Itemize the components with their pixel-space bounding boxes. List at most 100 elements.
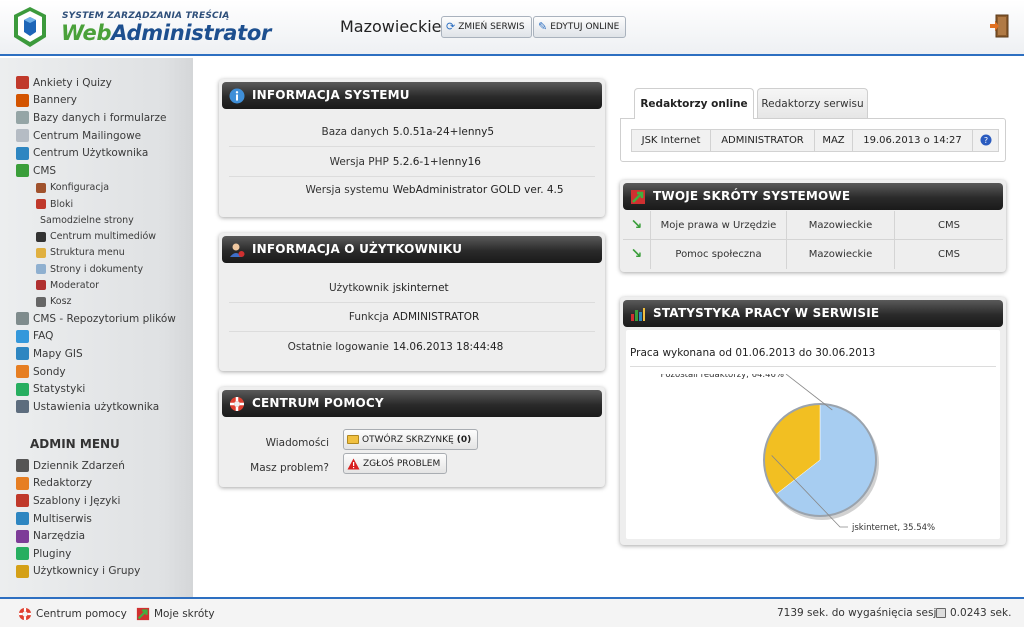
sidebar-item-label: Multiserwis <box>33 512 92 525</box>
editors-tab-body: JSK Internet ADMINISTRATOR MAZ 19.06.201… <box>620 118 1006 162</box>
main-nav: Ankiety i Quizy Bannery Bazy danych i form… <box>16 74 191 416</box>
change-service-button[interactable]: ⟳ ZMIEŃ SERWIS <box>441 16 532 38</box>
open-mailbox-button[interactable]: OTWÓRZ SKRZYNKĘ (0) <box>343 429 479 450</box>
mailbox-count: (0) <box>456 434 472 445</box>
sidebar-subitem-bloki[interactable]: Bloki <box>16 196 191 212</box>
shortcut-icon <box>136 607 150 621</box>
help-center-header: CENTRUM POMOCY <box>222 390 602 417</box>
strony-i-dokumenty-icon <box>36 264 46 275</box>
shortcut-arrow-icon: ↘ <box>623 240 651 269</box>
shortcut-name[interactable]: Moje prawa w Urzędzie <box>651 211 787 239</box>
report-problem-button[interactable]: ZGŁOŚ PROBLEM <box>343 453 448 474</box>
user-icon <box>230 243 245 257</box>
pie-slice-label: jskinternet, 35.54% <box>851 523 935 533</box>
shortcut-module: CMS <box>938 249 960 260</box>
shortcut-arrow-icon: ↘ <box>623 211 651 239</box>
sidebar-item-label: Pluginy <box>33 547 72 560</box>
sidebar-item-centrum-uzytkownika[interactable]: Centrum Użytkownika <box>16 144 191 162</box>
sidebar-item-label: Statystyki <box>33 383 86 396</box>
footer-help-link[interactable]: Centrum pomocy <box>18 607 127 621</box>
editor-last-seen: 19.06.2013 o 14:27 <box>853 129 973 152</box>
sidebar-item-cms[interactable]: CMS <box>16 162 191 180</box>
sidebar-subitem-strony-i-dokumenty[interactable]: Strony i dokumenty <box>16 261 191 277</box>
sidebar-item-uzytkownicy-i-grupy[interactable]: Użytkownicy i Grupy <box>16 563 191 581</box>
system-info-panel: INFORMACJA SYSTEMU Baza danych 5.0.51a-24… <box>219 79 605 217</box>
sidebar-item-statystyki[interactable]: Statystyki <box>16 380 191 398</box>
bannery-icon <box>16 93 29 107</box>
sidebar-item-cms-repozytorium-plikow[interactable]: CMS - Repozytorium plików <box>16 310 191 328</box>
sidebar-item-bannery[interactable]: Bannery <box>16 92 191 110</box>
editor-row: JSK Internet ADMINISTRATOR MAZ 19.06.201… <box>631 129 999 152</box>
shortcut-row[interactable]: ↘ Pomoc społeczna Mazowieckie CMS <box>623 240 1003 269</box>
pluginy-icon <box>16 547 29 561</box>
sidebar-item-faq[interactable]: FAQ <box>16 328 191 346</box>
info-key: Wersja systemu <box>305 184 389 196</box>
stats-header: STATYSTYKA PRACY W SERWISIE <box>623 300 1003 327</box>
sidebar-item-redaktorzy[interactable]: Redaktorzy <box>16 475 191 493</box>
sidebar-item-label: Struktura menu <box>50 247 125 259</box>
centrum-uzytkownika-icon <box>16 146 29 160</box>
system-info-header: INFORMACJA SYSTEMU <box>222 82 602 109</box>
sidebar-item-dziennik-zdarzen[interactable]: Dziennik Zdarzeń <box>16 457 191 475</box>
sidebar-item-centrum-mailingowe[interactable]: Centrum Mailingowe <box>16 127 191 145</box>
sidebar-subitem-struktura-menu[interactable]: Struktura menu <box>16 245 191 261</box>
sidebar-item-label: Kosz <box>50 296 72 308</box>
sidebar-item-label: Bannery <box>33 94 77 107</box>
user-row: Użytkownik jskinternet <box>219 275 605 303</box>
narzedzia-icon <box>16 529 29 543</box>
sidebar-item-label: Moderator <box>50 279 100 291</box>
sidebar-subitem-kosz[interactable]: Kosz <box>16 294 191 310</box>
edit-online-button[interactable]: ✎ EDYTUJ ONLINE <box>533 16 627 38</box>
sidebar-item-label: Ustawienia użytkownika <box>33 400 160 413</box>
sidebar-item-bazy-danych-i-formularze[interactable]: Bazy danych i formularze <box>16 109 191 127</box>
sondy-icon <box>16 365 29 379</box>
pie-chart: Pozostali redaktorzy, 64.46% jskinternet,… <box>661 374 935 533</box>
help-center-title: CENTRUM POMOCY <box>252 396 384 410</box>
header: SYSTEM ZARZĄDZANIA TREŚCIĄ WebAdministra… <box>0 0 1024 56</box>
sidebar-item-label: Konfiguracja <box>50 182 110 194</box>
help-icon[interactable]: ? <box>980 134 992 146</box>
tab-editors-online[interactable]: Redaktorzy online <box>634 88 754 119</box>
sidebar-item-szablony-i-jezyki[interactable]: Szablony i Języki <box>16 492 191 510</box>
sidebar-item-ustawienia-uzytkownika[interactable]: Ustawienia użytkownika <box>16 398 191 416</box>
sidebar-subitem-moderator[interactable]: Moderator <box>16 277 191 293</box>
info-value: 5.2.6-1+lenny16 <box>392 156 481 168</box>
sidebar-item-narzedzia[interactable]: Narzędzia <box>16 527 191 545</box>
shortcut-name[interactable]: Pomoc społeczna <box>651 240 787 269</box>
user-row: Funkcja ADMINISTRATOR <box>219 304 605 332</box>
site-name: Mazowieckie <box>340 17 442 36</box>
sidebar-subitem-centrum-multimediow[interactable]: Centrum multimediów <box>16 228 191 244</box>
warning-icon <box>347 458 360 469</box>
help-center-panel: CENTRUM POMOCY Wiadomości OTWÓRZ SKRZYNK… <box>219 387 605 487</box>
dziennik-zdarzen-icon <box>16 459 29 473</box>
moderator-icon <box>36 280 46 291</box>
ankiety-i-quizy-icon <box>16 76 29 90</box>
user-info-title: INFORMACJA O UŻYTKOWNIKU <box>252 242 463 256</box>
sidebar-item-label: Centrum Użytkownika <box>33 147 149 160</box>
info-row: Wersja systemu WebAdministrator GOLD ver.… <box>219 177 605 205</box>
edit-icon: ✎ <box>538 20 548 33</box>
change-service-label: ZMIEŃ SERWIS <box>458 22 525 32</box>
sidebar-item-pluginy[interactable]: Pluginy <box>16 545 191 563</box>
editor-role: ADMINISTRATOR <box>711 129 815 152</box>
footer-shortcuts-link[interactable]: Moje skróty <box>136 607 215 621</box>
shortcut-icon <box>631 190 645 204</box>
sidebar-item-label: FAQ <box>33 330 54 343</box>
konfiguracja-icon <box>36 182 46 193</box>
sidebar-subitem-konfiguracja[interactable]: Konfiguracja <box>16 180 191 196</box>
user-key: Ostatnie logowanie <box>287 341 389 353</box>
sidebar-item-sondy[interactable]: Sondy <box>16 363 191 381</box>
user-info-panel: INFORMACJA O UŻYTKOWNIKU Użytkownik jskin… <box>219 233 605 371</box>
sidebar-item-label: Centrum Mailingowe <box>33 129 142 142</box>
sidebar-subitem-samodzielne-strony[interactable]: Samodzielne strony <box>16 212 191 228</box>
sidebar-item-multiserwis[interactable]: Multiserwis <box>16 510 191 528</box>
lifebuoy-icon <box>18 607 32 621</box>
shortcut-row[interactable]: ↘ Moje prawa w Urzędzie Mazowieckie CMS <box>623 211 1003 240</box>
logout-icon[interactable] <box>990 13 1010 39</box>
sidebar-item-ankiety-i-quizy[interactable]: Ankiety i Quizy <box>16 74 191 92</box>
tab-editors-service[interactable]: Redaktorzy serwisu <box>757 88 868 118</box>
sidebar-item-mapy-gis[interactable]: Mapy GIS <box>16 345 191 363</box>
session-timer: 7139 sek. do wygaśnięcia sesji. <box>777 607 943 619</box>
info-icon <box>229 88 245 104</box>
admin-menu-title: ADMIN MENU <box>30 437 120 451</box>
